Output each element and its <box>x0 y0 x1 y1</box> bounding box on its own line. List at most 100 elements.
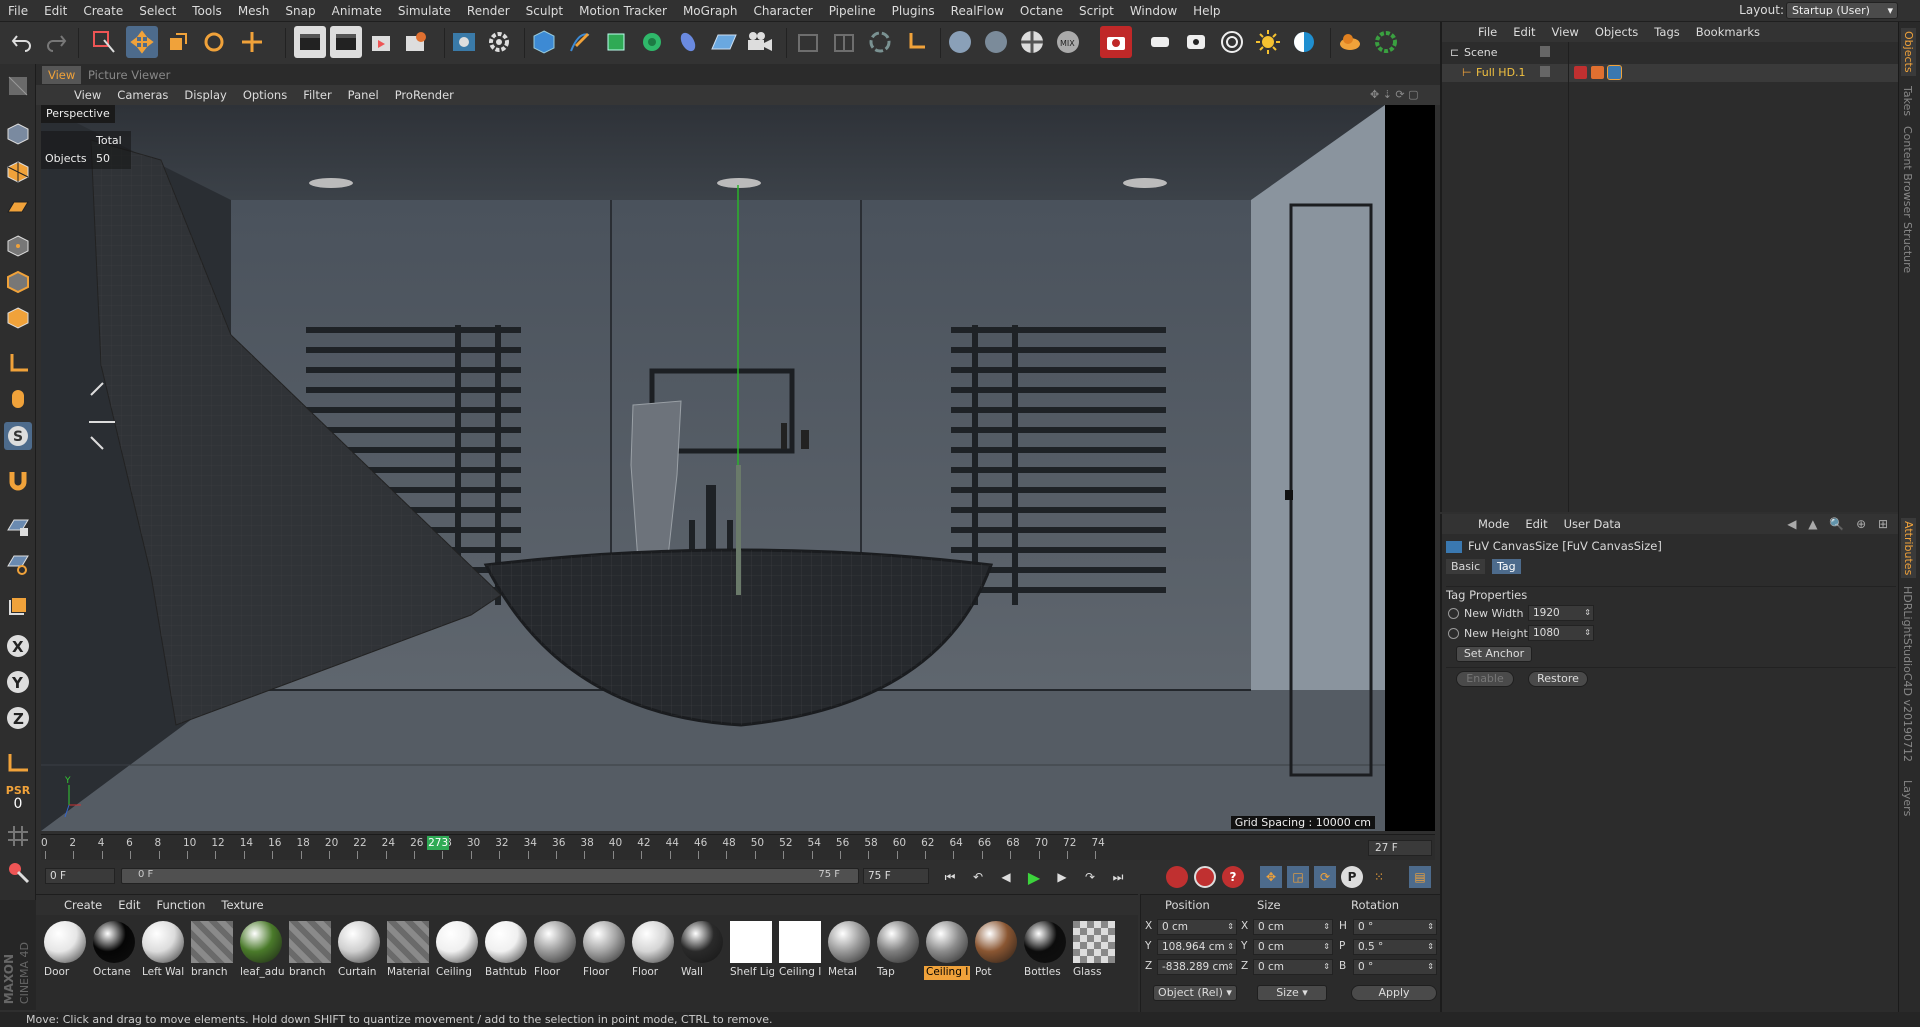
pen-button[interactable] <box>564 26 596 58</box>
camera-button[interactable] <box>744 26 776 58</box>
object-menu-view[interactable]: View <box>1544 25 1587 39</box>
rotation-field[interactable]: 0 ° ⇕ <box>1353 919 1437 935</box>
magnet-button[interactable] <box>4 466 32 494</box>
cube-button[interactable] <box>528 26 560 58</box>
octane-settings-button[interactable] <box>483 26 515 58</box>
menu-pipeline[interactable]: Pipeline <box>821 0 884 22</box>
edges-mode-button[interactable] <box>4 268 32 296</box>
menu-octane[interactable]: Octane <box>1012 0 1071 22</box>
size-field[interactable]: 0 cm ⇕ <box>1253 919 1333 935</box>
material-item[interactable]: Floor <box>630 919 676 981</box>
z-axis-lock-button[interactable]: Z <box>4 704 32 732</box>
material-item[interactable]: Shelf Lig <box>728 919 774 981</box>
protection-tag-icon[interactable] <box>1591 66 1604 79</box>
octane-camera-button[interactable] <box>1100 26 1132 58</box>
paint-tool-button[interactable] <box>4 858 32 886</box>
cloner-button[interactable] <box>636 26 668 58</box>
area-light-button[interactable] <box>1144 26 1176 58</box>
menu-file[interactable]: File <box>0 0 36 22</box>
position-field[interactable]: 0 cm ⇕ <box>1157 919 1237 935</box>
undo-button[interactable] <box>6 26 38 58</box>
subdivision-button[interactable] <box>600 26 632 58</box>
rotation-field[interactable]: 0.5 ° ⇕ <box>1353 939 1437 955</box>
mix-material-button[interactable]: MIX <box>1052 26 1084 58</box>
menu-create[interactable]: Create <box>75 0 131 22</box>
new-height-field[interactable]: 1080 ⇕ <box>1528 625 1594 641</box>
material-item[interactable]: Metal <box>826 919 872 981</box>
attribute-menu-edit[interactable]: Edit <box>1517 517 1555 531</box>
rotation-field[interactable]: 0 ° ⇕ <box>1353 959 1437 975</box>
render-picture-viewer-button[interactable] <box>330 26 362 58</box>
canvas-size-tag-icon[interactable] <box>1607 65 1622 80</box>
material-item[interactable]: Material <box>385 919 431 981</box>
material-menu-edit[interactable]: Edit <box>110 898 148 912</box>
menu-mesh[interactable]: Mesh <box>230 0 278 22</box>
texture-tool-button[interactable] <box>4 158 32 186</box>
autokey-icon[interactable] <box>1194 866 1216 888</box>
tab-structure[interactable]: Structure <box>1901 222 1914 273</box>
render-view-button[interactable] <box>294 26 326 58</box>
points-mode-button[interactable] <box>4 232 32 260</box>
menu-motion-tracker[interactable]: Motion Tracker <box>571 0 675 22</box>
width-animate-radio[interactable] <box>1448 608 1459 619</box>
coordinate-mode-select[interactable]: Object (Rel) ▾ <box>1153 985 1237 1001</box>
realflow-button[interactable] <box>1370 26 1402 58</box>
mesh-mode-button[interactable] <box>828 26 860 58</box>
position-key-icon[interactable]: ✥ <box>1260 866 1282 888</box>
rotation-key-icon[interactable]: ⟳ <box>1314 866 1336 888</box>
camera-label[interactable]: Perspective <box>41 105 115 123</box>
render-queue-button[interactable] <box>366 26 398 58</box>
menu-snap[interactable]: Snap <box>277 0 323 22</box>
menu-edit[interactable]: Edit <box>36 0 75 22</box>
object-row[interactable]: ⊏ Scene <box>1442 44 1898 62</box>
material-menu-function[interactable]: Function <box>149 898 214 912</box>
material-item[interactable]: branch <box>189 919 235 981</box>
menu-realflow[interactable]: RealFlow <box>943 0 1012 22</box>
recycle-mode-button[interactable] <box>864 26 896 58</box>
material-item[interactable]: Wall <box>679 919 725 981</box>
material-item[interactable]: Floor <box>532 919 578 981</box>
menu-tools[interactable]: Tools <box>184 0 230 22</box>
model-tool-button[interactable] <box>4 120 32 148</box>
grid-texture-button[interactable] <box>4 822 32 850</box>
menu-plugins[interactable]: Plugins <box>884 0 943 22</box>
point-level-icon[interactable]: ⁙ <box>1368 866 1390 888</box>
material-item[interactable]: Door <box>42 919 88 981</box>
workplane-align-button[interactable] <box>4 550 32 578</box>
material-item[interactable]: leaf_adu <box>238 919 284 981</box>
cloud-render-button[interactable] <box>1334 26 1366 58</box>
layout-select[interactable]: Startup (User) ▾ <box>1786 2 1898 19</box>
apply-button[interactable]: Apply <box>1351 985 1437 1001</box>
material-item[interactable]: Pot <box>973 919 1019 981</box>
end-frame-field[interactable]: 75 F <box>863 868 929 884</box>
axis-mode-button[interactable] <box>900 26 932 58</box>
next-key-icon[interactable]: ↷ <box>1078 866 1102 888</box>
menu-script[interactable]: Script <box>1071 0 1122 22</box>
preview-range-slider[interactable]: 0 F 75 F <box>121 868 859 884</box>
menu-render[interactable]: Render <box>459 0 518 22</box>
visibility-toggle[interactable] <box>1540 66 1550 77</box>
live-selection-button[interactable] <box>88 26 120 58</box>
record-key-icon[interactable] <box>1166 866 1188 888</box>
menu-character[interactable]: Character <box>745 0 820 22</box>
attribute-menu-mode[interactable]: Mode <box>1470 517 1517 531</box>
previous-frame-icon[interactable]: ◀ <box>994 866 1018 888</box>
floor-button[interactable] <box>708 26 740 58</box>
object-menu-edit[interactable]: Edit <box>1505 25 1543 39</box>
menu-simulate[interactable]: Simulate <box>390 0 459 22</box>
tab-attributes[interactable]: Attributes <box>1901 518 1916 579</box>
height-animate-radio[interactable] <box>1448 628 1459 639</box>
go-to-start-icon[interactable]: ⏮ <box>938 866 962 888</box>
scale-key-icon[interactable]: ◲ <box>1287 866 1309 888</box>
viewport-menu-view[interactable]: View <box>66 88 109 102</box>
menu-mograph[interactable]: MoGraph <box>675 0 746 22</box>
tab-view[interactable]: View <box>42 66 82 84</box>
viewport-menu-panel[interactable]: Panel <box>340 88 387 102</box>
restore-button[interactable]: Restore <box>1528 671 1588 687</box>
material-item[interactable]: Tap <box>875 919 921 981</box>
object-menu-bookmarks[interactable]: Bookmarks <box>1688 25 1768 39</box>
current-frame-field[interactable]: 27 F <box>1368 840 1432 856</box>
octane-live-viewer-button[interactable] <box>448 26 480 58</box>
new-width-field[interactable]: 1920 ⇕ <box>1528 605 1594 621</box>
tab-basic[interactable]: Basic <box>1446 559 1486 574</box>
